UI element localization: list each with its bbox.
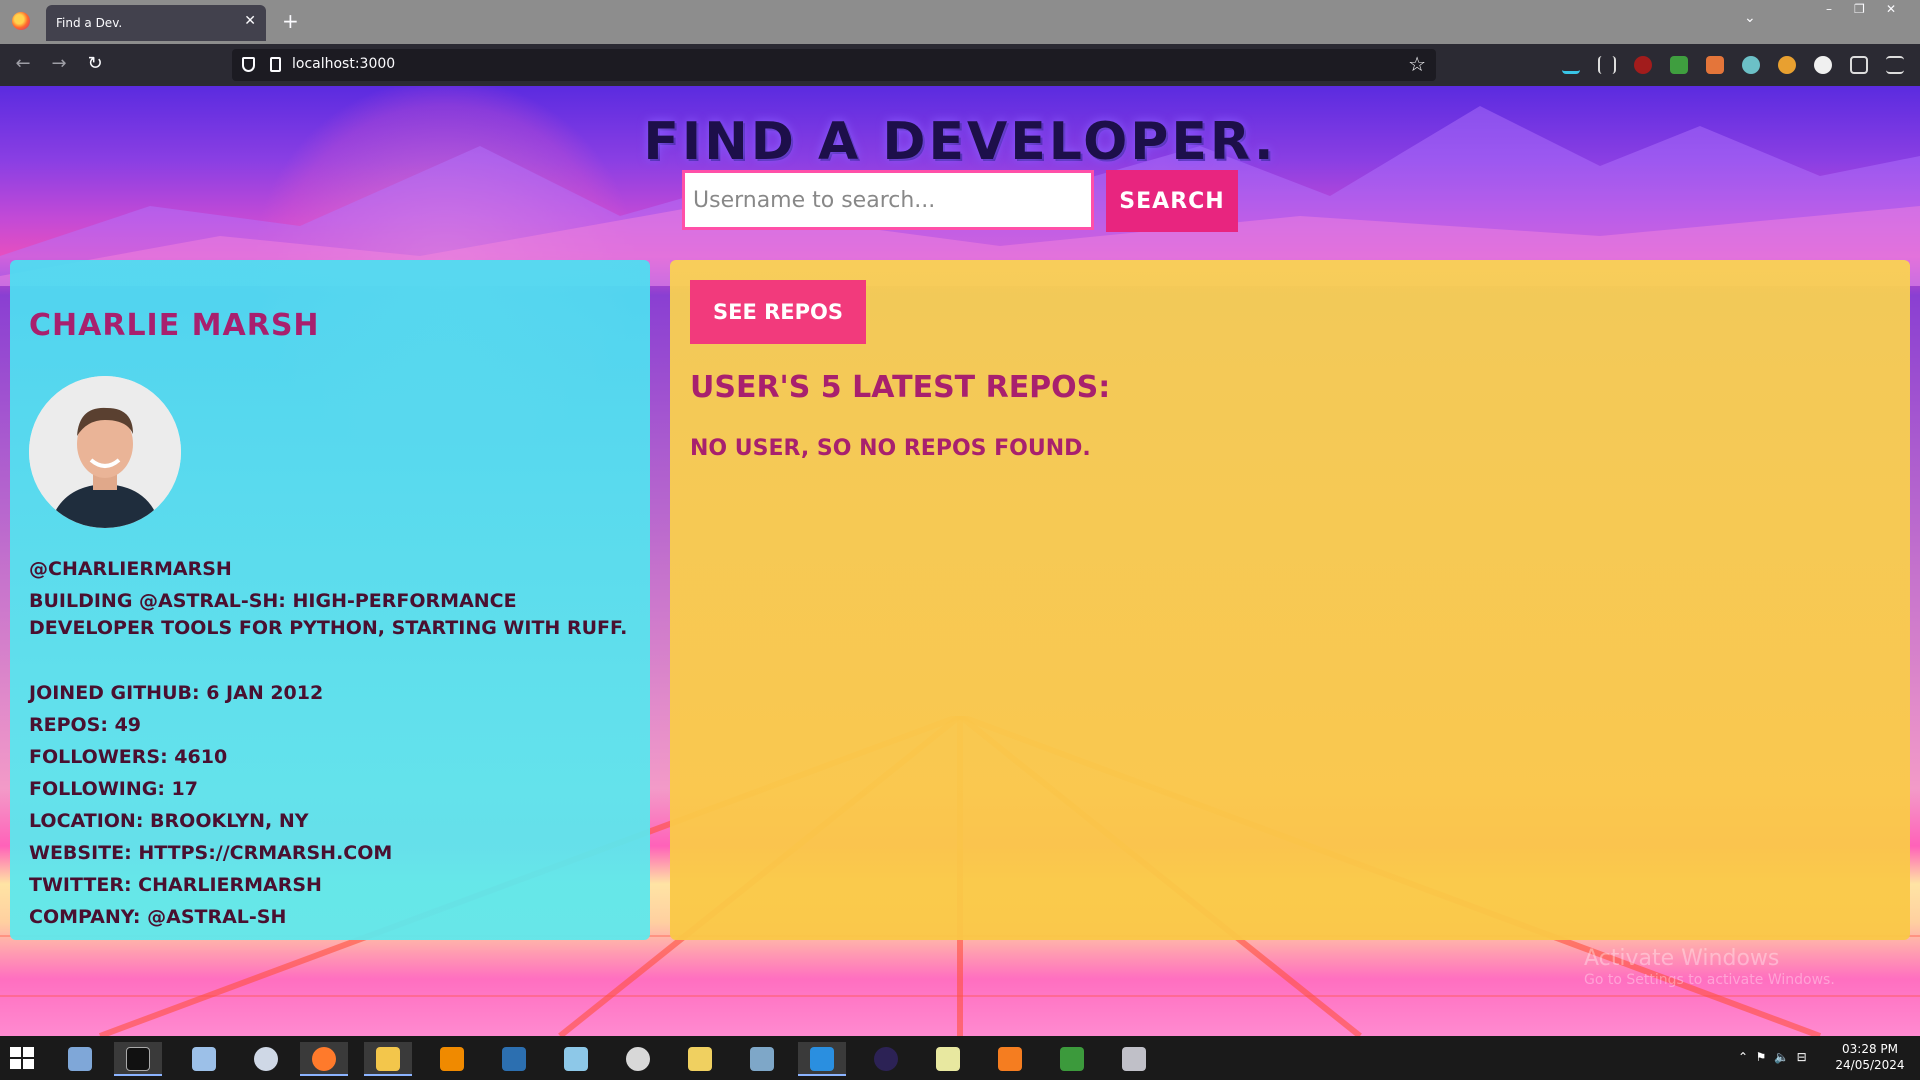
eclipse-icon[interactable] <box>862 1042 910 1076</box>
chart-app-icon[interactable] <box>924 1042 972 1076</box>
browser-nav-bar: ← → ↻ localhost:3000 ☆ <box>0 44 1920 86</box>
firefox-icon[interactable] <box>300 1042 348 1076</box>
avatar <box>29 376 181 528</box>
restore-icon[interactable]: ❐ <box>1854 2 1865 16</box>
windows-taskbar: ⌃ ⚑ 🔈 ⊟ 03:28 PM 24/05/2024 <box>0 1036 1920 1080</box>
downloads-icon[interactable] <box>1562 56 1580 74</box>
minimize-icon[interactable]: – <box>1826 2 1832 16</box>
vscode-icon[interactable] <box>798 1042 846 1076</box>
profile-bio: Building @astral-sh: high-performance de… <box>29 590 628 639</box>
profile-website: Website: https://crmarsh.com <box>29 842 393 864</box>
file-manager-icon[interactable] <box>180 1042 228 1076</box>
search-button[interactable]: Search <box>1106 170 1238 232</box>
firefox-logo-icon <box>12 12 30 30</box>
shield-icon[interactable] <box>242 57 255 72</box>
extensions-puzzle-icon[interactable] <box>1850 56 1868 74</box>
username-search-input[interactable] <box>682 170 1094 230</box>
profile-location: Location: Brooklyn, NY <box>29 810 309 832</box>
extension-green-icon[interactable] <box>1670 56 1688 74</box>
browser-tab-bar: Find a Dev. ✕ + ⌄ – ❐ ✕ <box>0 0 1920 44</box>
powershell-icon[interactable] <box>490 1042 538 1076</box>
calculator-icon[interactable] <box>738 1042 786 1076</box>
forward-icon[interactable]: → <box>47 53 71 74</box>
vlc-icon[interactable] <box>428 1042 476 1076</box>
profile-handle: @charliermarsh <box>29 558 232 580</box>
bookmark-star-icon[interactable]: ☆ <box>1408 52 1426 76</box>
profile-joined: Joined GitHub: 6 Jan 2012 <box>29 682 324 704</box>
xampp-icon[interactable] <box>986 1042 1034 1076</box>
profile-following: Following: 17 <box>29 778 198 800</box>
page-viewport: Find a Developer. Search Charlie Marsh @… <box>0 86 1920 1036</box>
page-info-icon[interactable] <box>270 57 281 72</box>
system-tray[interactable]: ⌃ ⚑ 🔈 ⊟ <box>1738 1050 1807 1064</box>
menu-icon[interactable] <box>1886 56 1904 74</box>
extension-orange-icon[interactable] <box>1706 56 1724 74</box>
browser-tab[interactable]: Find a Dev. ✕ <box>46 5 266 41</box>
url-bar[interactable]: localhost:3000 ☆ <box>232 49 1436 81</box>
windows-start-icon[interactable] <box>10 1047 34 1069</box>
clock-date[interactable]: 24/05/2024 <box>1832 1058 1908 1072</box>
app-icon[interactable] <box>1110 1042 1158 1076</box>
tab-list-chevron-icon[interactable]: ⌄ <box>1744 10 1756 26</box>
back-icon[interactable]: ← <box>11 53 35 74</box>
close-window-icon[interactable]: ✕ <box>1886 2 1896 16</box>
profile-followers: Followers: 4610 <box>29 746 228 768</box>
node-icon[interactable] <box>1048 1042 1096 1076</box>
steam-icon[interactable] <box>242 1042 290 1076</box>
extension-eyes-icon[interactable] <box>1742 56 1760 74</box>
repos-empty-message: No user, so no repos found. <box>690 436 1091 461</box>
terminal-icon[interactable] <box>114 1042 162 1076</box>
repos-card: See Repos User's 5 latest repos: No user… <box>670 260 1910 940</box>
close-tab-icon[interactable]: ✕ <box>244 13 256 29</box>
snipping-tool-icon[interactable] <box>614 1042 662 1076</box>
page-title: Find a Developer. <box>643 112 1277 172</box>
library-icon[interactable] <box>1598 56 1616 74</box>
network-computer-icon[interactable] <box>56 1042 104 1076</box>
ublock-icon[interactable] <box>1634 56 1652 74</box>
profile-company: Company: @astral-sh <box>29 906 287 928</box>
notepad-icon[interactable] <box>552 1042 600 1076</box>
see-repos-button[interactable]: See Repos <box>690 280 866 344</box>
profile-twitter: Twitter: charliermarsh <box>29 874 322 896</box>
file-explorer-icon[interactable] <box>364 1042 412 1076</box>
folder-icon[interactable] <box>676 1042 724 1076</box>
tab-title: Find a Dev. <box>56 16 123 30</box>
clock-time[interactable]: 03:28 PM <box>1840 1042 1900 1056</box>
activate-windows-subtitle: Go to Settings to activate Windows. <box>1584 972 1835 988</box>
url-text[interactable]: localhost:3000 <box>292 56 395 72</box>
profile-repos: Repos: 49 <box>29 714 142 736</box>
profile-card: Charlie Marsh @charliermarsh Building @a… <box>10 260 650 940</box>
extension-s-icon[interactable] <box>1814 56 1832 74</box>
reload-icon[interactable]: ↻ <box>83 53 107 74</box>
repos-heading: User's 5 latest repos: <box>690 370 1111 405</box>
profile-name: Charlie Marsh <box>29 308 320 343</box>
new-tab-icon[interactable]: + <box>282 9 299 33</box>
extension-person-icon[interactable] <box>1778 56 1796 74</box>
activate-windows-title: Activate Windows <box>1584 946 1780 971</box>
